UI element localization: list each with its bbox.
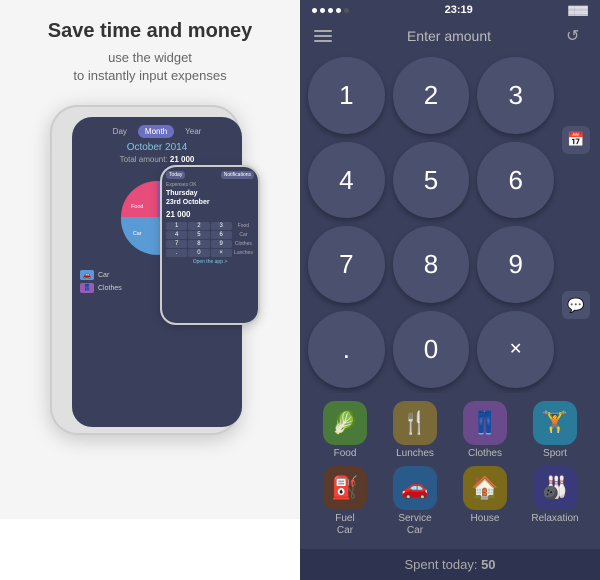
- spent-label: Spent today:: [404, 557, 477, 572]
- chat-icon[interactable]: 💬: [562, 291, 590, 319]
- key-4[interactable]: 4: [308, 142, 385, 219]
- settings-icon[interactable]: ↺: [566, 26, 586, 46]
- tab-day[interactable]: Day: [106, 125, 134, 138]
- top-bar: Enter amount ↺: [300, 20, 600, 52]
- spent-amount: 50: [477, 557, 495, 572]
- category-row-2: ⛽ FuelCar 🚗 ServiceCar 🏠 House 🎳 Relaxat…: [310, 466, 590, 537]
- key-dot[interactable]: .: [308, 311, 385, 388]
- fuel-icon: ⛽: [323, 466, 367, 510]
- cat-lunches[interactable]: 🍴 Lunches: [385, 401, 445, 460]
- small-phone: Today Notifications Expenses OK Thursday…: [160, 165, 260, 325]
- key-5[interactable]: 5: [393, 142, 470, 219]
- side-icons: 📅 💬: [560, 57, 592, 388]
- status-time: 23:19: [445, 4, 473, 16]
- sport-label: Sport: [543, 448, 567, 460]
- clothes-label: Clothes: [468, 448, 502, 460]
- svg-text:Food: Food: [131, 204, 143, 210]
- cat-house[interactable]: 🏠 House: [455, 466, 515, 537]
- numpad-area: 1 2 3 4 5 6 7 8 9 . 0 ✕ 📅 💬: [300, 52, 600, 393]
- key-8[interactable]: 8: [393, 226, 470, 303]
- cat-clothes[interactable]: 👖 Clothes: [455, 401, 515, 460]
- food-label: Food: [334, 448, 357, 460]
- menu-icon[interactable]: [314, 30, 332, 42]
- left-panel: Save time and money use the widgetto ins…: [0, 0, 300, 519]
- svg-text:Car: Car: [133, 231, 142, 237]
- tab-month[interactable]: Month: [138, 125, 174, 138]
- enter-amount-label: Enter amount: [407, 28, 491, 44]
- clothes-icon: 👖: [463, 401, 507, 445]
- key-2[interactable]: 2: [393, 57, 470, 134]
- service-car-label: ServiceCar: [398, 513, 431, 537]
- category-row-1: 🥬 Food 🍴 Lunches 👖 Clothes 🏋️ Sport: [310, 401, 590, 460]
- lunches-label: Lunches: [396, 448, 434, 460]
- food-icon: 🥬: [323, 401, 367, 445]
- left-title: Save time and money: [48, 20, 253, 43]
- cat-service-car[interactable]: 🚗 ServiceCar: [385, 466, 445, 537]
- signal-dots: [312, 8, 349, 13]
- sport-icon: 🏋️: [533, 401, 577, 445]
- cat-fuel[interactable]: ⛽ FuelCar: [315, 466, 375, 537]
- key-0[interactable]: 0: [393, 311, 470, 388]
- cat-relaxation[interactable]: 🎳 Relaxation: [525, 466, 585, 537]
- categories: 🥬 Food 🍴 Lunches 👖 Clothes 🏋️ Sport ⛽ Fu…: [300, 393, 600, 549]
- key-3[interactable]: 3: [477, 57, 554, 134]
- phone-total: Total amount: 21 000: [72, 155, 242, 164]
- house-icon: 🏠: [463, 466, 507, 510]
- key-7[interactable]: 7: [308, 226, 385, 303]
- numpad: 1 2 3 4 5 6 7 8 9 . 0 ✕: [308, 57, 554, 388]
- tab-year[interactable]: Year: [178, 125, 208, 138]
- small-phone-screen: Today Notifications Expenses OK Thursday…: [162, 167, 258, 323]
- battery-icon: ▓▓▓: [568, 5, 588, 15]
- phone-mockup: Day Month Year October 2014 Total amount…: [40, 105, 260, 445]
- key-1[interactable]: 1: [308, 57, 385, 134]
- lunches-icon: 🍴: [393, 401, 437, 445]
- key-9[interactable]: 9: [477, 226, 554, 303]
- right-panel: 23:19 ▓▓▓ Enter amount ↺ 1 2 3 4 5 6 7 8…: [300, 0, 600, 519]
- key-6[interactable]: 6: [477, 142, 554, 219]
- cat-food[interactable]: 🥬 Food: [315, 401, 375, 460]
- spent-today-bar: Spent today: 50: [300, 549, 600, 580]
- cat-sport[interactable]: 🏋️ Sport: [525, 401, 585, 460]
- fuel-label: FuelCar: [335, 513, 354, 537]
- service-car-icon: 🚗: [393, 466, 437, 510]
- status-bar: 23:19 ▓▓▓: [300, 0, 600, 20]
- key-delete[interactable]: ✕: [477, 311, 554, 388]
- relaxation-icon: 🎳: [533, 466, 577, 510]
- calendar-icon[interactable]: 📅: [562, 126, 590, 154]
- phone-date: October 2014: [72, 142, 242, 153]
- left-subtitle: use the widgetto instantly input expense…: [73, 49, 226, 85]
